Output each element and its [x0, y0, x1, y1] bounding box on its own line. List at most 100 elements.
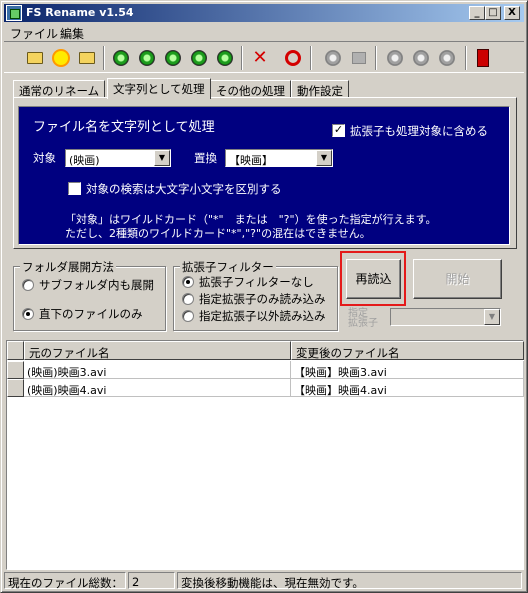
table-row-original[interactable]: (映画)映画4.avi [24, 379, 291, 397]
green-button-1[interactable] [110, 47, 132, 69]
panel-title: ファイル名を文字列として処理 [33, 120, 215, 135]
status-bar: 現在のファイル総数： 2 変換後移動機能は、現在無効です。 [4, 572, 524, 590]
extension-select[interactable]: ▼ [390, 308, 501, 326]
chevron-down-icon[interactable]: ▼ [316, 150, 332, 166]
sun-icon [54, 51, 68, 65]
status-count-label: 現在のファイル総数： [4, 572, 126, 590]
target-label: 対象 [33, 151, 56, 165]
tab-panel: ファイル名を文字列として処理 ✓ 拡張子も処理対象に含める 対象 (映画) ▼ … [13, 97, 517, 249]
status-message: 変換後移動機能は、現在無効です。 [177, 572, 522, 590]
open-recent-button[interactable] [76, 47, 98, 69]
include-extension-label: 拡張子も処理対象に含める [350, 124, 488, 138]
tab-string-processing[interactable]: 文字列として処理 [107, 78, 211, 99]
toolbar-separator [103, 46, 105, 70]
column-new-name[interactable]: 変更後のファイル名 [291, 341, 524, 360]
radio-except-ext-label: 指定拡張子以外読み込み [199, 309, 326, 323]
window-title: FS Rename v1.54 [26, 6, 134, 19]
row-header[interactable] [7, 379, 24, 397]
radio-no-filter-label: 拡張子フィルターなし [199, 275, 314, 289]
gray-circle-icon [413, 50, 429, 66]
green-circle-icon [165, 50, 181, 66]
undo-button[interactable] [282, 47, 304, 69]
gray-button-3 [384, 47, 406, 69]
tab-other-processing[interactable]: その他の処理 [210, 80, 291, 98]
green-circle-icon [191, 50, 207, 66]
green-circle-icon [139, 50, 155, 66]
replace-label: 置換 [194, 151, 217, 165]
menu-file[interactable]: ファイル [10, 25, 58, 42]
file-list[interactable]: 元のファイル名 変更後のファイル名 (映画)映画3.avi 【映画】映画3.av… [6, 340, 524, 570]
gray-button-2 [348, 47, 370, 69]
radio-subfolders[interactable] [22, 279, 34, 291]
table-row-new[interactable]: 【映画】映画3.avi [291, 361, 524, 379]
string-processing-panel: ファイル名を文字列として処理 ✓ 拡張子も処理対象に含める 対象 (映画) ▼ … [18, 106, 510, 245]
menu-bar: ファイル 編集 [4, 23, 524, 41]
tab-settings[interactable]: 動作設定 [291, 80, 349, 98]
delete-button[interactable]: ✕ [249, 47, 271, 69]
open-folder-button[interactable] [24, 47, 46, 69]
gray-circle-icon [439, 50, 455, 66]
wildcard-note-2: ただし、2種類のワイルドカード"*","?"の混在はできません。 [65, 227, 371, 240]
gray-circle-icon [387, 50, 403, 66]
start-button[interactable]: 開始 [413, 259, 502, 299]
open-folder-icon [27, 52, 43, 64]
radio-only-ext-label: 指定拡張子のみ読み込み [199, 292, 326, 306]
app-icon [6, 5, 22, 21]
folder-icon [79, 52, 95, 64]
undo-icon [285, 50, 301, 66]
status-count-value: 2 [128, 572, 175, 589]
chevron-down-icon: ▼ [484, 309, 500, 325]
gray-button-1 [322, 47, 344, 69]
toolbar-separator [310, 46, 312, 70]
maximize-button[interactable]: □ [485, 6, 501, 20]
replace-combobox[interactable]: 【映画】 ▼ [225, 149, 333, 167]
green-button-4[interactable] [188, 47, 210, 69]
menu-edit[interactable]: 編集 [60, 25, 84, 42]
toolbar-separator [241, 46, 243, 70]
tab-normal-rename[interactable]: 通常のリネーム [13, 80, 106, 98]
radio-only-ext[interactable] [182, 293, 194, 305]
toolbar-separator [465, 46, 467, 70]
new-button[interactable] [50, 47, 72, 69]
gray-button-4 [410, 47, 432, 69]
gray-button-5 [436, 47, 458, 69]
green-button-5[interactable] [214, 47, 236, 69]
extension-filter-group: 拡張子フィルター 拡張子フィルターなし 指定拡張子のみ読み込み 指定拡張子以外読… [173, 259, 338, 331]
row-header[interactable] [7, 361, 24, 379]
delete-x-icon: ✕ [252, 47, 268, 68]
green-button-3[interactable] [162, 47, 184, 69]
chevron-down-icon[interactable]: ▼ [154, 150, 170, 166]
folder-expansion-legend: フォルダ展開方法 [20, 259, 116, 275]
close-button[interactable]: X [504, 6, 520, 20]
folder-expansion-group: フォルダ展開方法 サブフォルダ内も展開 直下のファイルのみ [13, 259, 166, 331]
radio-direct-files[interactable] [22, 308, 34, 320]
title-bar[interactable]: FS Rename v1.54 _ □ X [4, 4, 524, 22]
target-combobox[interactable]: (映画) ▼ [65, 149, 171, 167]
case-sensitive-label: 対象の検索は大文字小文字を区別する [86, 182, 282, 196]
exit-device-icon [477, 49, 489, 67]
extension-filter-legend: 拡張子フィルター [180, 259, 276, 275]
green-circle-icon [217, 50, 233, 66]
include-extension-checkbox[interactable]: ✓ [332, 124, 345, 137]
table-row-original[interactable]: (映画)映画3.avi [24, 361, 291, 379]
green-circle-icon [113, 50, 129, 66]
radio-except-ext[interactable] [182, 310, 194, 322]
gray-folder-icon [352, 52, 366, 64]
gray-circle-icon [325, 50, 341, 66]
radio-no-filter[interactable] [182, 276, 194, 288]
main-window: FS Rename v1.54 _ □ X ファイル 編集 ✕ 通常のリネーム … [0, 0, 528, 593]
list-corner-header [7, 341, 24, 360]
table-row-new[interactable]: 【映画】映画4.avi [291, 379, 524, 397]
replace-value: 【映画】 [229, 154, 273, 167]
toolbar-separator [375, 46, 377, 70]
case-sensitive-checkbox[interactable] [68, 182, 81, 195]
reload-button[interactable]: 再読込 [346, 259, 401, 299]
target-value: (映画) [69, 154, 100, 167]
minimize-button[interactable]: _ [469, 6, 485, 20]
toolbar: ✕ [4, 41, 524, 73]
green-button-2[interactable] [136, 47, 158, 69]
exit-button[interactable] [472, 47, 494, 69]
column-original-name[interactable]: 元のファイル名 [24, 341, 291, 360]
radio-direct-files-label: 直下のファイルのみ [39, 307, 143, 321]
radio-subfolders-label: サブフォルダ内も展開 [39, 278, 154, 292]
